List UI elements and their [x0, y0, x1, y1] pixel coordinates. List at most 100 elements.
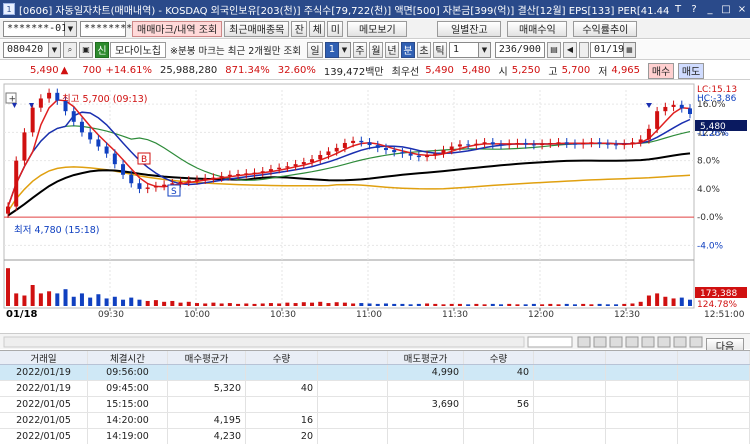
period-month-button[interactable]: 월: [368, 41, 383, 58]
close-button[interactable]: ×: [734, 2, 750, 16]
volume-bar: [14, 293, 19, 306]
table-row[interactable]: 2022/01/05 14:19:00 4,230 20: [0, 429, 750, 444]
volume-bar: [441, 304, 446, 306]
sell-button[interactable]: 매도: [678, 62, 705, 79]
volume-bar: [490, 303, 495, 306]
high-label: 고: [548, 67, 558, 78]
candle-body: [548, 142, 553, 144]
scroll-track[interactable]: [3, 336, 525, 348]
candle-body: [6, 206, 10, 214]
trade-amount: 139,472백만: [323, 67, 384, 78]
candle-body: [71, 111, 76, 122]
period-minute-button[interactable]: 분: [400, 41, 415, 58]
maximize-button[interactable]: □: [718, 2, 734, 16]
tick-dropdown-icon[interactable]: ▼: [478, 41, 491, 58]
candle-body: [589, 142, 594, 144]
volume-bar: [449, 303, 454, 306]
count-input[interactable]: 236/900: [494, 41, 545, 58]
account-dropdown-icon[interactable]: ▼: [65, 20, 77, 37]
period-dropdown-icon[interactable]: ▼: [338, 41, 351, 58]
executed-button[interactable]: 체: [309, 20, 326, 37]
zoom-slider-icon[interactable]: [527, 336, 573, 348]
unfilled-button[interactable]: 미: [327, 20, 344, 37]
table-cell: 56: [464, 397, 534, 412]
volume-bar: [375, 303, 380, 306]
settings-icon[interactable]: [641, 336, 655, 348]
period-year-button[interactable]: 년: [384, 41, 399, 58]
period-number[interactable]: 1: [324, 41, 339, 58]
candle-body: [186, 180, 191, 182]
volume-bar: [310, 302, 315, 306]
volume-bar: [227, 303, 232, 306]
volume-bar: [211, 302, 216, 306]
turnover: 32.60%: [277, 65, 316, 76]
refresh-icon[interactable]: [689, 336, 703, 348]
volume-bar: [408, 304, 413, 306]
header-trade-date: 거래일: [0, 351, 88, 364]
header-blank-4: [678, 351, 750, 364]
buy-button[interactable]: 매수: [648, 62, 675, 79]
zoom-out-icon[interactable]: [577, 336, 591, 348]
table-cell: 09:56:00: [88, 365, 168, 380]
period-second-button[interactable]: 초: [416, 41, 431, 58]
history-button[interactable]: 매매마크/내역 조회: [132, 20, 223, 37]
table-header: 거래일 체결시간 매수평균가 수량 매도평균가 수량: [0, 351, 750, 365]
scroll-right-icon[interactable]: [625, 336, 639, 348]
zoom-in-icon[interactable]: [593, 336, 607, 348]
table-cell: 2022/01/05: [0, 413, 88, 428]
period-day-button[interactable]: 일: [306, 41, 323, 58]
period-week-button[interactable]: 주: [352, 41, 367, 58]
date-input[interactable]: 01/19: [589, 41, 624, 58]
volume-bar: [55, 293, 60, 306]
grid-toggle-icon[interactable]: [657, 336, 671, 348]
volume-bar: [153, 300, 158, 306]
table-cell: 09:45:00: [88, 381, 168, 396]
volume-bar: [260, 303, 265, 306]
table-row[interactable]: 2022/01/05 14:20:00 4,195 16: [0, 413, 750, 429]
password-input[interactable]: ********: [80, 20, 132, 37]
high-price: 5,700: [561, 65, 591, 76]
prev-icon[interactable]: ◀: [562, 41, 577, 58]
candle-body: [55, 92, 60, 101]
recent-stocks-button[interactable]: 최근매매종목: [224, 20, 290, 37]
lock-icon[interactable]: ▣: [79, 41, 93, 58]
price-chart[interactable]: 16.0%12.0%8.0%4.0%-0.0%-4.0% 09:30 10:00 1…: [0, 82, 750, 320]
volume-bar: [38, 293, 43, 306]
volume-bar: [688, 299, 692, 306]
period-tick-button[interactable]: 틱: [432, 41, 447, 58]
account-input[interactable]: *******-01: [3, 20, 67, 37]
calendar-icon[interactable]: ▦: [623, 41, 636, 58]
tick-value-input[interactable]: 1: [448, 41, 479, 58]
text-size-button[interactable]: T: [670, 2, 686, 16]
candle-body: [194, 179, 199, 181]
minimize-button[interactable]: _: [702, 2, 718, 16]
header-blank-3: [606, 351, 678, 364]
table-row[interactable]: 2022/01/19 09:56:00 4,990 40: [0, 365, 750, 381]
balance-button[interactable]: 잔: [291, 20, 308, 37]
candle-body: [351, 140, 356, 143]
volume-bar: [63, 289, 68, 306]
table-row[interactable]: 2022/01/05 15:15:00 3,690 56: [0, 397, 750, 413]
date-checkbox[interactable]: [578, 41, 589, 58]
table-body: 2022/01/19 09:56:00 4,990 40 2022/01/19 09:45…: [0, 365, 750, 444]
crosshair-icon[interactable]: [673, 336, 687, 348]
return-trend-button[interactable]: 수익률추이: [573, 20, 638, 37]
daily-balance-button[interactable]: 일별잔고: [437, 20, 502, 37]
table-row[interactable]: 2022/01/19 09:45:00 5,320 40: [0, 381, 750, 397]
stock-code-input[interactable]: 080420: [3, 41, 49, 58]
lookup-icon[interactable]: ▤: [546, 41, 561, 58]
candle-body: [22, 132, 27, 161]
help-button[interactable]: ?: [686, 2, 702, 16]
code-dropdown-icon[interactable]: ▼: [49, 41, 61, 58]
memo-button[interactable]: 메모보기: [347, 20, 408, 37]
candle-body: [622, 143, 627, 146]
search-icon[interactable]: ⌕: [63, 41, 77, 58]
low-price: 4,965: [611, 65, 641, 76]
volume-bar: [194, 303, 199, 306]
trade-profit-button[interactable]: 매매수익: [507, 20, 568, 37]
best-ask: 5,490: [425, 65, 454, 76]
table-cell: 14:20:00: [88, 413, 168, 428]
scroll-left-icon[interactable]: [609, 336, 623, 348]
candle-body: [646, 128, 651, 140]
table-cell: 16: [246, 413, 318, 428]
